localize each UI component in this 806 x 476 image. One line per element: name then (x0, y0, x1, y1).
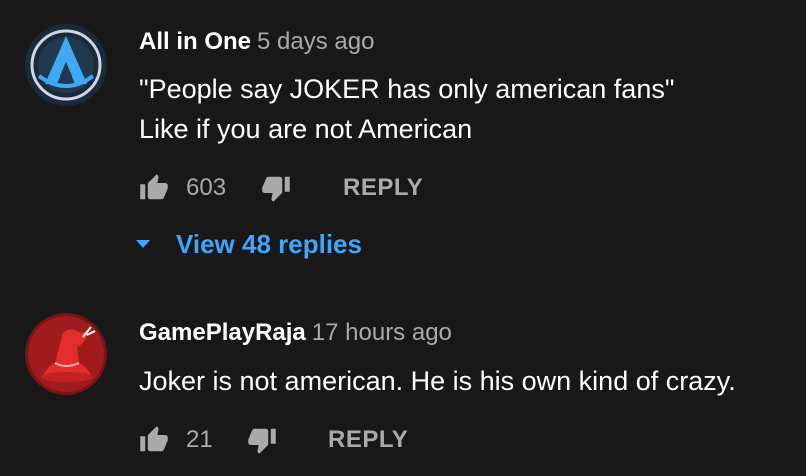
comment-text: "People say JOKER has only american fans… (139, 69, 674, 149)
timestamp[interactable]: 5 days ago (257, 28, 374, 55)
dislike-button[interactable] (261, 172, 291, 204)
author-name[interactable]: All in One (139, 28, 251, 55)
view-replies-button[interactable]: View 48 replies (134, 227, 362, 261)
thumbs-down-icon (262, 176, 290, 202)
like-button[interactable] (139, 172, 169, 204)
comment-header: GamePlayRaja 17 hours ago (139, 318, 452, 348)
dislike-button[interactable] (247, 424, 277, 456)
like-button[interactable] (139, 424, 169, 456)
timestamp[interactable]: 17 hours ago (312, 319, 452, 346)
comment-text-line: Like if you are not American (139, 114, 473, 144)
reply-button[interactable]: REPLY (328, 424, 408, 456)
author-name[interactable]: GamePlayRaja (139, 319, 306, 346)
comment-text: Joker is not american. He is his own kin… (139, 361, 736, 401)
comment-text-line: Joker is not american. He is his own kin… (139, 366, 736, 396)
comment-header: All in One 5 days ago (139, 27, 374, 57)
avatar[interactable] (25, 24, 107, 106)
thumbs-up-icon (140, 426, 168, 452)
view-replies-label: View 48 replies (176, 228, 362, 259)
caret-down-icon (136, 240, 150, 248)
blue-a-logo-icon (25, 24, 107, 106)
comment-text-line: "People say JOKER has only american fans… (139, 74, 675, 104)
thumbs-up-icon (140, 174, 168, 200)
like-count: 21 (186, 426, 213, 453)
like-count: 603 (186, 174, 227, 201)
red-wizard-hat-icon (25, 313, 107, 395)
thumbs-down-icon (248, 428, 276, 454)
reply-button[interactable]: REPLY (343, 172, 423, 204)
avatar[interactable] (25, 313, 107, 395)
